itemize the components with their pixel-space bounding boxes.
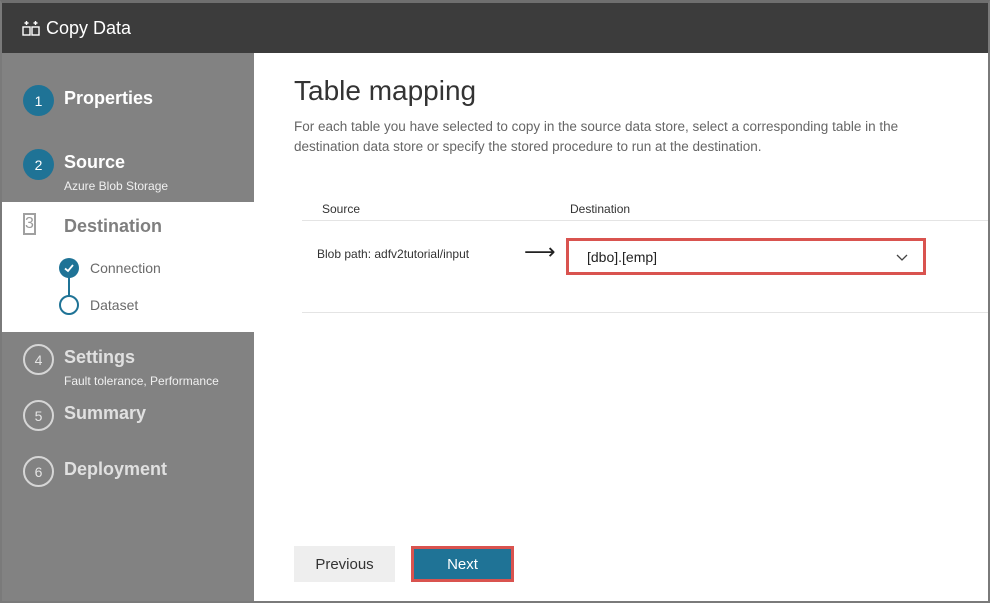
step-number: 2 <box>23 149 54 180</box>
copy-data-window: Copy Data 1 Properties 2 Source Azure Bl… <box>0 0 990 603</box>
destination-table-value: [dbo].[emp] <box>587 249 658 265</box>
step-label: Properties <box>64 88 154 108</box>
step-label: Summary <box>64 403 147 423</box>
step-label: Settings <box>64 347 136 367</box>
substep-label: Dataset <box>90 297 139 313</box>
arrow-right-icon: ⟶ <box>524 239 556 264</box>
copy-data-icon <box>22 19 40 37</box>
step-sublabel: Fault tolerance, Performance <box>64 374 219 388</box>
step-label: Source <box>64 152 126 172</box>
step-sublabel: Azure Blob Storage <box>64 179 169 193</box>
step-number: 5 <box>23 400 54 431</box>
circle-icon <box>59 295 79 315</box>
step-label: Destination <box>64 216 163 236</box>
source-path: Blob path: adfv2tutorial/input <box>317 247 470 261</box>
window-title: Copy Data <box>46 17 132 38</box>
substep-connection[interactable]: Connection <box>59 258 161 278</box>
substep-dataset[interactable]: Dataset <box>59 295 138 315</box>
column-header-source: Source <box>322 202 361 216</box>
substep-label: Connection <box>90 260 161 276</box>
page-title: Table mapping <box>294 75 477 106</box>
step-number: 3 <box>23 213 36 235</box>
step-label: Deployment <box>64 459 168 479</box>
chevron-down-icon <box>895 250 909 264</box>
main-panel: Table mapping For each table you have se… <box>254 53 988 601</box>
mapping-table-header: Source Destination <box>302 201 988 221</box>
step-destination[interactable]: 3 Destination Connection Dataset <box>2 202 254 332</box>
destination-table-dropdown[interactable]: [dbo].[emp] <box>566 238 926 275</box>
title-bar: Copy Data <box>2 3 988 53</box>
check-icon <box>59 258 79 278</box>
substep-connector <box>68 277 70 296</box>
next-button[interactable]: Next <box>411 546 514 582</box>
step-number: 1 <box>23 85 54 116</box>
wizard-steps-sidebar: 1 Properties 2 Source Azure Blob Storage… <box>2 53 254 601</box>
previous-button[interactable]: Previous <box>294 546 395 582</box>
page-description: For each table you have selected to copy… <box>294 119 899 154</box>
column-header-destination: Destination <box>570 202 631 216</box>
step-number: 4 <box>23 344 54 375</box>
table-row: Blob path: adfv2tutorial/input ⟶ [dbo].[… <box>302 223 988 313</box>
step-number: 6 <box>23 456 54 487</box>
